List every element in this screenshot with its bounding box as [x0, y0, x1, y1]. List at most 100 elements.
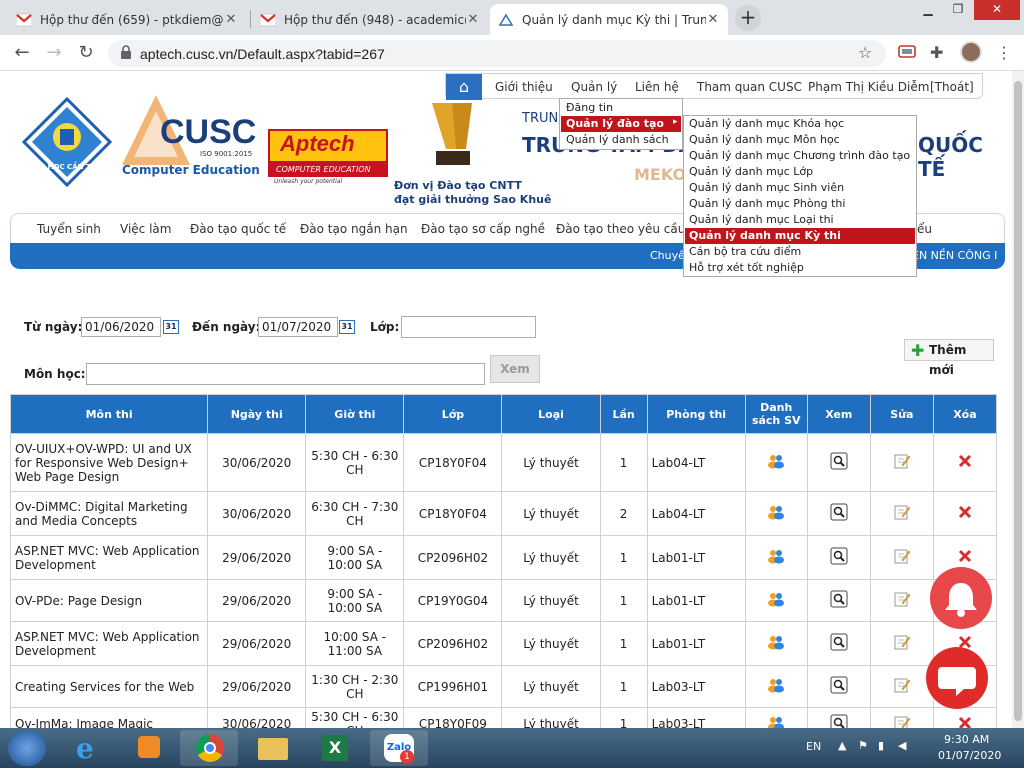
nav-tuyen-sinh[interactable]: Tuyển sinh [37, 222, 101, 236]
minimize-button[interactable]: ▁ [914, 0, 942, 20]
close-window-button[interactable]: ✕ [974, 0, 1020, 20]
calendar-icon[interactable]: 31 [163, 320, 179, 334]
submenu-sinh-vien[interactable]: Quản lý danh mục Sinh viên [689, 180, 844, 196]
view-icon[interactable] [830, 714, 848, 728]
close-tab-icon[interactable]: ✕ [466, 12, 480, 27]
menu-quan-ly-danh-sach[interactable]: Quản lý danh sách [566, 133, 669, 146]
subject-input[interactable] [86, 363, 485, 385]
scrollbar-thumb[interactable] [1014, 81, 1022, 721]
star-icon[interactable]: ☆ [858, 43, 872, 62]
extensions-icon[interactable]: ✚ [930, 43, 943, 62]
nav-viec-lam[interactable]: Việc làm [120, 222, 171, 236]
edit-icon[interactable] [893, 503, 911, 524]
nav-dao-tao-theo-yeu-cau[interactable]: Đào tạo theo yêu cầu [556, 222, 685, 236]
menu-quan-ly[interactable]: Quản lý [571, 80, 617, 94]
file-explorer-icon[interactable] [244, 730, 302, 766]
edit-icon[interactable] [893, 633, 911, 654]
notification-bell-button[interactable] [930, 567, 992, 629]
to-date-input[interactable] [258, 317, 338, 337]
close-tab-icon[interactable]: ✕ [224, 12, 238, 27]
new-tab-button[interactable]: + [735, 5, 761, 31]
edit-icon[interactable] [893, 590, 911, 611]
language-indicator[interactable]: EN [806, 740, 821, 753]
delete-icon[interactable] [958, 716, 972, 728]
submenu-phong-thi[interactable]: Quản lý danh mục Phòng thi [689, 196, 845, 212]
edit-icon[interactable] [893, 714, 911, 728]
media-player-icon[interactable] [120, 730, 178, 766]
tray-arrow-icon[interactable]: ▲ [838, 739, 846, 752]
logout-link[interactable]: [Thoát] [930, 80, 974, 94]
view-button[interactable]: Xem [490, 355, 540, 383]
student-list-icon[interactable] [767, 591, 785, 610]
submenu-ky-thi[interactable]: Quản lý danh mục Kỳ thi [685, 228, 915, 244]
view-icon[interactable] [830, 452, 848, 473]
exam-date: 29/06/2020 [207, 665, 307, 708]
back-icon[interactable]: ← [10, 41, 34, 65]
student-list-icon[interactable] [767, 715, 785, 728]
tab-gmail-2[interactable]: Hộp thư đến (948) - academic@c ✕ [252, 4, 488, 35]
menu-quan-ly-dao-tao[interactable]: Quản lý đào tạo ▸ [561, 116, 681, 132]
submenu-khoa-hoc[interactable]: Quản lý danh mục Khóa học [689, 116, 844, 132]
submenu-mon-hoc[interactable]: Quản lý danh mục Môn học [689, 132, 840, 148]
clock-date[interactable]: 01/07/2020 [938, 749, 1001, 762]
menu-dots-icon[interactable]: ⋮ [996, 43, 1012, 62]
view-icon[interactable] [830, 503, 848, 524]
clock-time[interactable]: 9:30 AM [944, 733, 989, 746]
edit-icon[interactable] [893, 676, 911, 697]
delete-icon[interactable] [958, 549, 972, 566]
student-list-icon[interactable] [767, 634, 785, 653]
menu-tham-quan[interactable]: Tham quan CUSC [697, 80, 802, 94]
tab-cusc-active[interactable]: Quản lý danh mục Kỳ thi | Trung ✕ [490, 4, 728, 35]
from-date-input[interactable] [81, 317, 161, 337]
student-list-icon[interactable] [767, 548, 785, 567]
url-box[interactable]: aptech.cusc.vn/Default.aspx?tabid=267 ☆ [108, 40, 886, 67]
submenu-lop[interactable]: Quản lý danh mục Lớp [689, 164, 813, 180]
nav-dao-tao-quoc-te[interactable]: Đào tạo quốc tế [190, 222, 286, 236]
ie-icon[interactable]: e [60, 730, 118, 766]
volume-icon[interactable]: ◀ [898, 739, 906, 752]
calendar-icon[interactable]: 31 [339, 320, 355, 334]
profile-avatar[interactable] [960, 41, 982, 63]
edit-cell [869, 579, 934, 622]
class-input[interactable] [401, 316, 536, 338]
start-button[interactable] [8, 730, 46, 766]
zalo-icon[interactable]: Zalo 1 [370, 730, 428, 766]
menu-gioi-thieu[interactable]: Giới thiệu [495, 80, 553, 94]
home-icon[interactable]: ⌂ [446, 74, 482, 100]
add-new-button[interactable]: ✚ Thêm mới [904, 339, 994, 377]
cast-icon[interactable] [898, 44, 916, 63]
nav-tail[interactable]: ểu [917, 222, 932, 236]
student-list-icon[interactable] [767, 677, 785, 696]
flag-icon[interactable]: ⚑ [858, 739, 868, 752]
delete-icon[interactable] [958, 505, 972, 522]
student-list-icon[interactable] [767, 453, 785, 472]
vertical-scrollbar[interactable] [1012, 71, 1024, 728]
submenu-loai-thi[interactable]: Quản lý danh mục Loại thi [689, 212, 834, 228]
web-page: ⌂ Giới thiệu Quản lý Liên hệ Tham quan C… [0, 71, 1012, 728]
exam-date: 29/06/2020 [207, 535, 307, 580]
submenu-chuong-trinh[interactable]: Quản lý danh mục Chương trình đào tạo [689, 148, 910, 164]
tab-gmail-1[interactable]: Hộp thư đến (659) - ptkdiem@ct ✕ [8, 4, 246, 35]
network-icon[interactable]: ▮ [878, 739, 884, 752]
nav-dao-tao-ngan-han[interactable]: Đào tạo ngắn hạn [300, 222, 408, 236]
forward-icon[interactable]: → [42, 41, 66, 65]
edit-icon[interactable] [893, 452, 911, 473]
submenu-ho-tro-xet-tot-nghiep[interactable]: Hỗ trợ xét tốt nghiệp [689, 260, 804, 276]
close-tab-icon[interactable]: ✕ [706, 12, 720, 27]
delete-icon[interactable] [958, 454, 972, 471]
excel-icon[interactable]: X [306, 730, 364, 766]
menu-dang-tin[interactable]: Đăng tin [566, 101, 613, 114]
view-icon[interactable] [830, 547, 848, 568]
edit-icon[interactable] [893, 547, 911, 568]
nav-dao-tao-so-cap-nghe[interactable]: Đào tạo sơ cấp nghề [421, 222, 545, 236]
view-icon[interactable] [830, 633, 848, 654]
menu-lien-he[interactable]: Liên hệ [635, 80, 679, 94]
chrome-icon[interactable] [180, 730, 238, 766]
student-list-icon[interactable] [767, 504, 785, 523]
view-icon[interactable] [830, 590, 848, 611]
submenu-can-bo-tra-cuu[interactable]: Cán bộ tra cứu điểm [689, 244, 801, 260]
restore-button[interactable]: ❐ [944, 0, 972, 20]
view-icon[interactable] [830, 676, 848, 697]
reload-icon[interactable]: ↻ [74, 41, 98, 65]
chat-button[interactable] [926, 647, 988, 709]
